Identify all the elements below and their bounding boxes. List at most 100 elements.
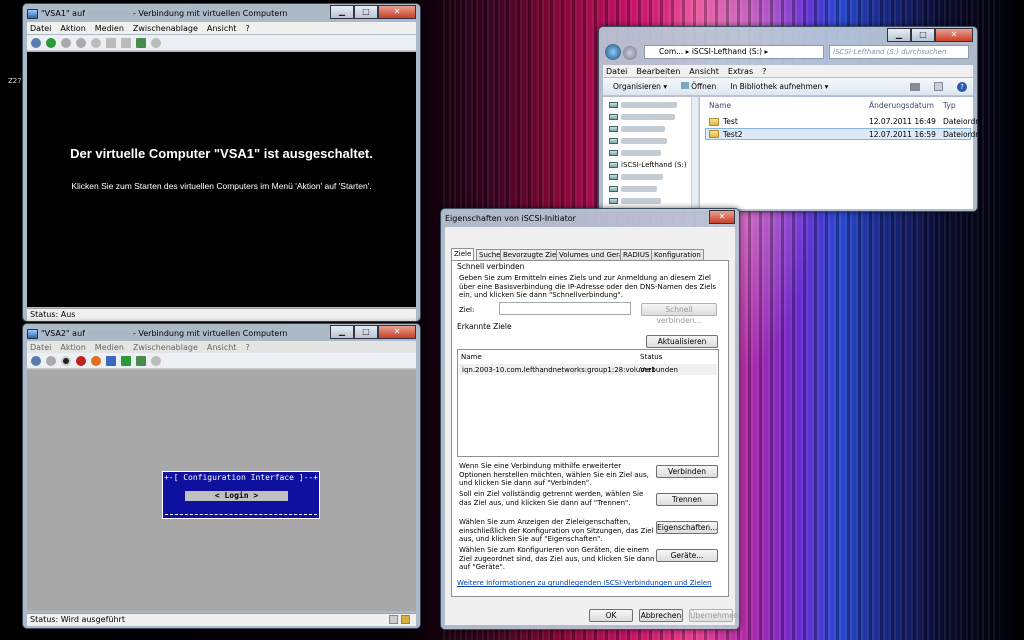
column-name[interactable]: Name <box>709 101 731 110</box>
apply-button[interactable]: Übernehmen <box>689 609 739 622</box>
revert-icon[interactable] <box>151 355 161 366</box>
ctrl-alt-del-icon[interactable] <box>31 355 41 366</box>
menu-extras[interactable]: Extras <box>728 67 753 76</box>
folder-icon <box>709 117 719 126</box>
menu-help[interactable]: ? <box>245 343 249 352</box>
minimize-button[interactable]: ▁ <box>330 325 354 339</box>
tab-radius[interactable]: RADIUS <box>620 249 653 260</box>
nav-item[interactable] <box>603 111 698 123</box>
nav-item[interactable] <box>603 171 698 183</box>
ok-button[interactable]: OK <box>589 609 633 622</box>
start-icon[interactable] <box>46 355 56 366</box>
close-button[interactable]: ✕ <box>709 210 735 224</box>
minimize-button[interactable]: ▁ <box>330 5 354 19</box>
snapshot-icon[interactable] <box>136 37 146 48</box>
reset-icon[interactable] <box>121 37 131 48</box>
menu-zwischenablage[interactable]: Zwischenablage <box>133 343 198 352</box>
menu-help[interactable]: ? <box>762 67 766 76</box>
organize-button[interactable]: Organisieren ▾ <box>613 82 667 91</box>
column-date[interactable]: Änderungsdatum <box>869 101 934 110</box>
menu-help[interactable]: ? <box>245 24 249 33</box>
column-name[interactable]: Name <box>461 353 482 362</box>
vsa1-window[interactable]: "VSA1" auf - Verbindung mit virtuellen Co… <box>22 3 421 322</box>
menu-medien[interactable]: Medien <box>95 24 124 33</box>
nav-item[interactable] <box>603 147 698 159</box>
menu-ansicht[interactable]: Ansicht <box>207 343 237 352</box>
explorer-window[interactable]: ▁ □ ✕ Com... ▸ iSCSI-Lefthand (S:) ▸ iSCSI… <box>598 26 980 212</box>
menu-aktion[interactable]: Aktion <box>60 24 85 33</box>
revert-icon[interactable] <box>151 37 161 48</box>
close-button[interactable]: ✕ <box>935 28 973 42</box>
reset-icon[interactable] <box>121 355 131 366</box>
devices-button[interactable]: Geräte... <box>656 549 718 562</box>
table-row[interactable]: iqn.2003-10.com.lefthandnetworks:group1:… <box>459 364 717 375</box>
search-box[interactable]: iSCSI-Lefthand (S:) durchsuchen <box>829 45 969 59</box>
preview-pane-icon[interactable] <box>934 82 943 91</box>
close-button[interactable]: ✕ <box>378 5 416 19</box>
minimize-button[interactable]: ▁ <box>887 28 911 42</box>
tab-ziele[interactable]: Ziele <box>451 248 475 260</box>
menu-ansicht[interactable]: Ansicht <box>207 24 237 33</box>
cancel-button[interactable]: Abbrechen <box>639 609 683 622</box>
refresh-button[interactable]: Aktualisieren <box>646 335 718 348</box>
nav-item[interactable] <box>603 99 698 111</box>
properties-button[interactable]: Eigenschaften... <box>656 521 718 534</box>
menu-aktion[interactable]: Aktion <box>60 343 85 352</box>
turn-off-icon[interactable] <box>61 37 71 48</box>
iscsi-dialog[interactable]: Eigenschaften von iSCSI-Initiator ✕ Ziel… <box>440 208 740 630</box>
login-option[interactable]: < Login > <box>185 491 288 501</box>
view-icon[interactable] <box>910 82 920 91</box>
vsa2-window[interactable]: "VSA2" auf - Verbindung mit virtuellen Co… <box>22 323 421 629</box>
column-type[interactable]: Typ <box>943 101 956 110</box>
snapshot-icon[interactable] <box>136 355 146 366</box>
nav-item[interactable] <box>603 195 698 207</box>
nav-item[interactable] <box>603 123 698 135</box>
start-icon[interactable] <box>46 37 56 48</box>
network-drive-icon <box>609 126 618 132</box>
menu-bearbeiten[interactable]: Bearbeiten <box>636 67 680 76</box>
nav-item[interactable] <box>603 135 698 147</box>
nav-item-iscsi-drive[interactable]: iSCSI-Lefthand (S:) <box>603 159 698 171</box>
menu-ansicht[interactable]: Ansicht <box>689 67 719 76</box>
menu-datei[interactable]: Datei <box>30 24 51 33</box>
quick-connect-button[interactable]: Schnell verbinden... <box>641 303 717 325</box>
add-to-library-button[interactable]: In Bibliothek aufnehmen ▾ <box>730 82 828 91</box>
menu-datei[interactable]: Datei <box>30 343 51 352</box>
help-link[interactable]: Weitere Informationen zu grundlegenden i… <box>457 579 712 588</box>
address-bar[interactable]: Com... ▸ iSCSI-Lefthand (S:) ▸ <box>644 45 824 59</box>
menu-datei[interactable]: Datei <box>606 67 627 76</box>
maximize-button[interactable]: □ <box>354 325 378 339</box>
forward-icon[interactable] <box>623 46 637 60</box>
menu-zwischenablage[interactable]: Zwischenablage <box>133 24 198 33</box>
file-row[interactable]: Test 12.07.2011 16:49 Dateiordn <box>705 116 980 127</box>
pause-icon[interactable] <box>106 37 116 48</box>
maximize-button[interactable]: □ <box>354 5 378 19</box>
shutdown-icon[interactable] <box>76 355 86 366</box>
close-button[interactable]: ✕ <box>378 325 416 339</box>
vm-screen[interactable]: Der virtuelle Computer "VSA1" ist ausges… <box>27 52 416 307</box>
column-status[interactable]: Status <box>640 353 662 362</box>
open-button[interactable]: Öffnen <box>681 82 716 91</box>
vm-screen[interactable]: +-[ Configuration Interface ]--+ < Login… <box>27 370 416 611</box>
back-icon[interactable] <box>605 44 621 60</box>
menu-medien[interactable]: Medien <box>95 343 124 352</box>
devices-text: Wählen Sie zum Konfigurieren von Geräten… <box>459 546 655 571</box>
vsa2-menubar: Datei Aktion Medien Zwischenablage Ansic… <box>27 341 416 353</box>
nav-item[interactable] <box>603 183 698 195</box>
file-row-selected[interactable]: Test2 12.07.2011 16:59 Dateiordn <box>705 128 980 140</box>
target-input[interactable] <box>499 302 631 315</box>
iscsi-titlebar[interactable]: Eigenschaften von iSCSI-Initiator <box>445 211 735 226</box>
nav-scrollbar[interactable] <box>691 97 698 209</box>
maximize-button[interactable]: □ <box>911 28 935 42</box>
save-state-icon[interactable] <box>91 37 101 48</box>
shutdown-icon[interactable] <box>76 37 86 48</box>
help-icon[interactable]: ? <box>957 81 967 92</box>
tab-konfiguration[interactable]: Konfiguration <box>651 249 704 260</box>
save-state-icon[interactable] <box>91 355 101 366</box>
pause-icon[interactable] <box>106 355 116 366</box>
turn-off-icon[interactable] <box>61 355 71 366</box>
disconnect-button[interactable]: Trennen <box>656 493 718 506</box>
ctrl-alt-del-icon[interactable] <box>31 37 41 48</box>
vm-off-message: Der virtuelle Computer "VSA1" ist ausges… <box>70 146 373 161</box>
connect-button[interactable]: Verbinden <box>656 465 718 478</box>
